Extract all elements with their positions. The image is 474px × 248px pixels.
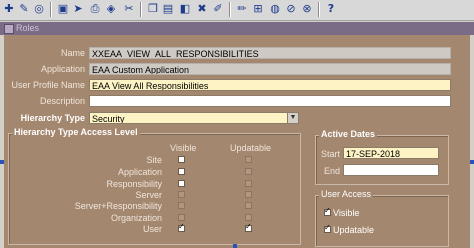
application-updatable-checkbox[interactable] (245, 168, 252, 175)
copy-icon[interactable]: ❐ (146, 2, 160, 16)
description-label: Description (39, 96, 85, 106)
translate-icon[interactable]: ⊞ (251, 2, 265, 16)
navigator-icon[interactable]: ◎ (32, 2, 46, 16)
hierarchy-type-value: Security (92, 114, 125, 124)
help-icon[interactable]: ? (324, 2, 338, 16)
next-step-icon[interactable]: ➤ (71, 2, 85, 16)
start-date-label: Start (320, 149, 340, 159)
application-label: Application (40, 64, 85, 74)
access-row-label: Application (117, 167, 162, 177)
site-visible-checkbox[interactable] (178, 156, 185, 163)
access-row-label: User (142, 224, 162, 234)
user-profile-field[interactable]: EAA View All Responsibilities (89, 79, 451, 91)
user-access-group (315, 195, 449, 247)
site-updatable-checkbox[interactable] (245, 156, 252, 163)
window-icon (4, 24, 14, 34)
toolbar-separator (229, 2, 231, 17)
active-dates-title: Active Dates (319, 129, 378, 140)
access-level-title: Hierarchy Type Access Level (12, 127, 140, 138)
toolbar: ✚ ✎ ◎ ▣ ➤ ⎙ ◈ ✂ ❐ ▤ ◧ ✖ ✐ ✏ ⊞ ◍ ⊘ ⊗ ? (0, 0, 474, 21)
end-date-label: End (323, 166, 340, 176)
open-icon[interactable]: ✚ (2, 2, 16, 16)
access-row-label: Server+Responsibility (74, 201, 162, 211)
end-date-field[interactable] (343, 164, 439, 176)
responsibility-visible-checkbox[interactable] (178, 180, 185, 187)
responsibility-updatable-checkbox[interactable] (245, 180, 252, 187)
application-visible-checkbox[interactable] (178, 168, 185, 175)
user-visible-checkbox[interactable] (178, 222, 185, 232)
access-row-label: Site (146, 155, 162, 165)
edit-icon[interactable]: ✐ (211, 2, 225, 16)
user-access-visible-label: Visible (333, 208, 360, 218)
paste-icon[interactable]: ▤ (161, 2, 175, 16)
new-icon[interactable]: ✎ (17, 2, 31, 16)
cut-icon[interactable]: ✂ (122, 2, 136, 16)
user-access-visible-checkbox[interactable] (324, 206, 331, 216)
toolbar-separator (318, 2, 320, 17)
window-titlebar[interactable]: Roles (0, 22, 474, 35)
application-field[interactable]: EAA Custom Application (89, 63, 451, 75)
folder-tools-icon[interactable]: ⊘ (284, 2, 298, 16)
start-date-field[interactable]: 17-SEP-2018 (343, 147, 439, 159)
user-access-updatable-checkbox[interactable] (324, 223, 331, 233)
server-responsibility-visible-checkbox[interactable] (178, 202, 185, 209)
zoom-icon[interactable]: ✏ (235, 2, 249, 16)
description-field[interactable] (89, 95, 451, 107)
user-access-title: User Access (319, 189, 374, 200)
name-field[interactable]: XXEAA_VIEW_ALL_RESPONSIBILITIES (89, 47, 451, 59)
organization-visible-checkbox[interactable] (178, 214, 185, 221)
toolbar-separator (140, 2, 142, 17)
clear-record-icon[interactable]: ◧ (178, 2, 192, 16)
user-profile-label: User Profile Name (11, 80, 85, 90)
user-updatable-checkbox[interactable] (245, 222, 252, 232)
hierarchy-type-select[interactable]: Security ▼ (89, 112, 299, 124)
active-dates-group (315, 135, 449, 185)
print-icon[interactable]: ⎙ (88, 2, 102, 16)
chevron-down-icon[interactable]: ▼ (287, 113, 298, 123)
hierarchy-type-label: Hierarchy Type (20, 113, 85, 123)
folder-icon[interactable]: ⊗ (300, 2, 314, 16)
name-label: Name (60, 48, 85, 58)
organization-updatable-checkbox[interactable] (245, 214, 252, 221)
resize-handle[interactable] (0, 160, 4, 164)
resize-handle[interactable] (470, 160, 474, 164)
user-access-updatable-label: Updatable (333, 225, 375, 235)
save-icon[interactable]: ▣ (56, 2, 70, 16)
window-title: Roles (16, 23, 40, 33)
visible-column-header: Visible (170, 143, 197, 153)
server-updatable-checkbox[interactable] (245, 191, 252, 198)
attachments-icon[interactable]: ◍ (268, 2, 282, 16)
delete-icon[interactable]: ✖ (195, 2, 209, 16)
resize-handle[interactable] (233, 244, 237, 248)
form-panel: Name XXEAA_VIEW_ALL_RESPONSIBILITIES App… (4, 35, 470, 248)
updatable-column-header: Updatable (230, 143, 272, 153)
toolbar-separator (50, 2, 52, 17)
server-visible-checkbox[interactable] (178, 191, 185, 198)
close-form-icon[interactable]: ◈ (104, 2, 118, 16)
server-responsibility-updatable-checkbox[interactable] (245, 202, 252, 209)
